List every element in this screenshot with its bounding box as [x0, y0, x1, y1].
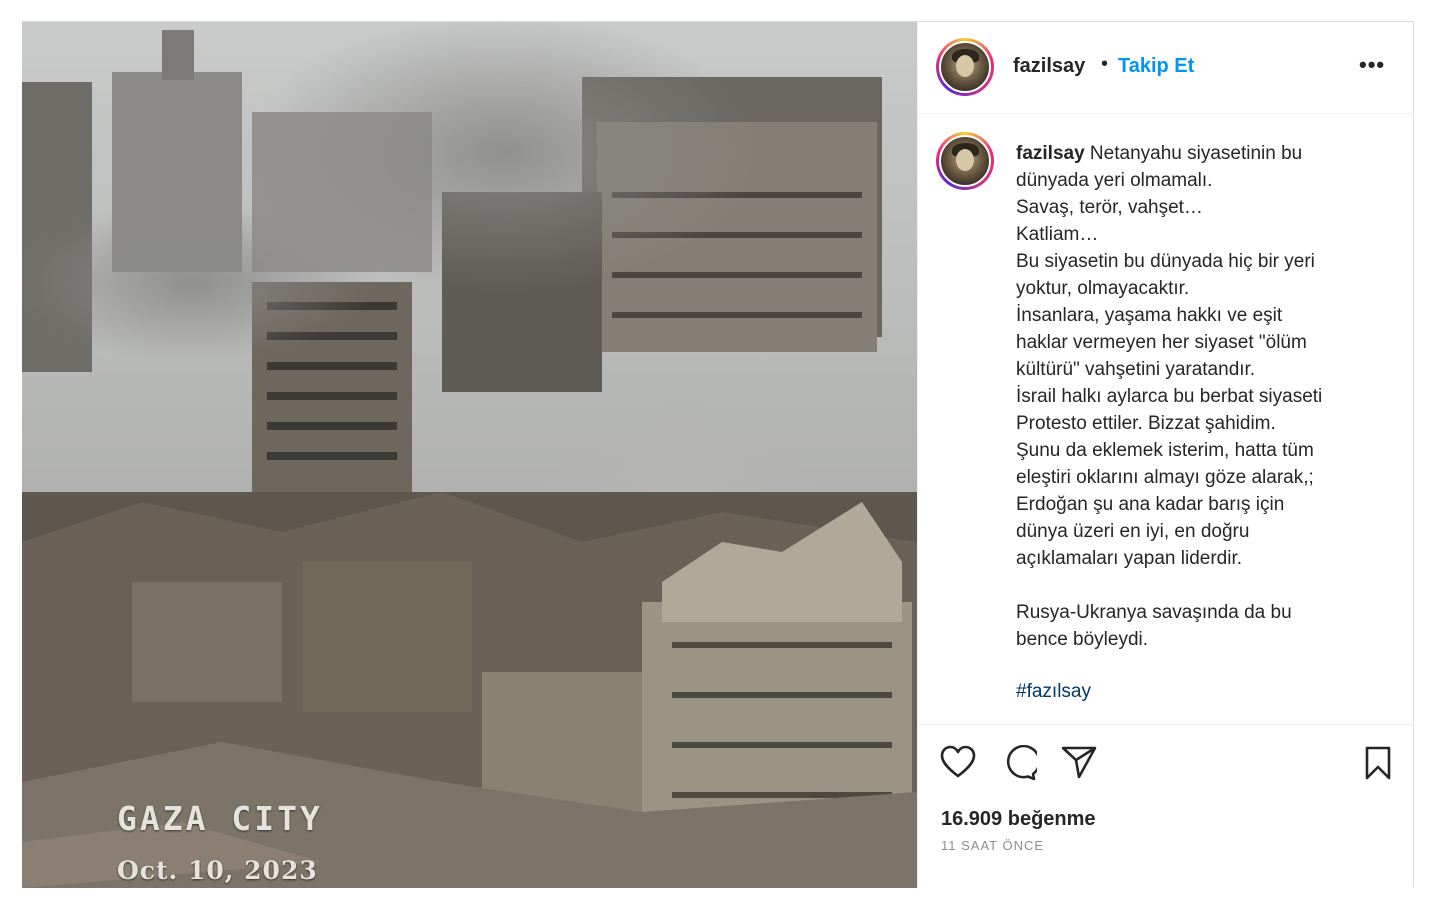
header-separator: • [1101, 53, 1109, 75]
username-link[interactable]: fazilsay [1013, 55, 1085, 78]
comment-body: fazilsay Netanyahu siyasetinin bu dünyad… [1016, 140, 1391, 653]
likes-count[interactable]: 16.909 beğenme [941, 808, 1096, 831]
share-icon[interactable] [1061, 745, 1097, 779]
caption-comment: fazilsay Netanyahu siyasetinin bu dünyad… [918, 114, 1414, 724]
avatar-image [939, 41, 991, 93]
avatar-face [956, 55, 974, 77]
instagram-post: GAZA CITY Oct. 10, 2023 fazilsay • Takip… [22, 21, 1414, 888]
image-caption-date: Oct. 10, 2023 [117, 856, 318, 885]
avatar-face [956, 149, 974, 171]
post-image[interactable]: GAZA CITY Oct. 10, 2023 [22, 22, 917, 888]
more-options-icon[interactable]: ••• [1359, 52, 1385, 78]
follow-button[interactable]: Takip Et [1118, 55, 1194, 78]
bookmark-icon[interactable] [1364, 746, 1392, 780]
comment-username[interactable]: fazilsay [1016, 143, 1085, 164]
action-bar: 16.909 beğenme 11 SAAT ÖNCE [918, 724, 1414, 889]
heart-icon[interactable] [940, 745, 976, 779]
destroyed-city-photo [22, 22, 917, 888]
avatar[interactable] [936, 38, 994, 96]
avatar-image [939, 135, 991, 187]
hashtag-link[interactable]: #fazılsay [1016, 681, 1091, 703]
post-header: fazilsay • Takip Et ••• [918, 22, 1414, 114]
image-caption-place: GAZA CITY [117, 799, 323, 838]
comment-avatar[interactable] [936, 132, 994, 190]
post-timestamp[interactable]: 11 SAAT ÖNCE [941, 838, 1044, 853]
comment-text: Netanyahu siyasetinin bu dünyada yeri ol… [1016, 143, 1323, 650]
post-sidebar: fazilsay • Takip Et ••• fazilsay Netanya… [917, 22, 1414, 888]
comment-icon[interactable] [1001, 745, 1037, 781]
